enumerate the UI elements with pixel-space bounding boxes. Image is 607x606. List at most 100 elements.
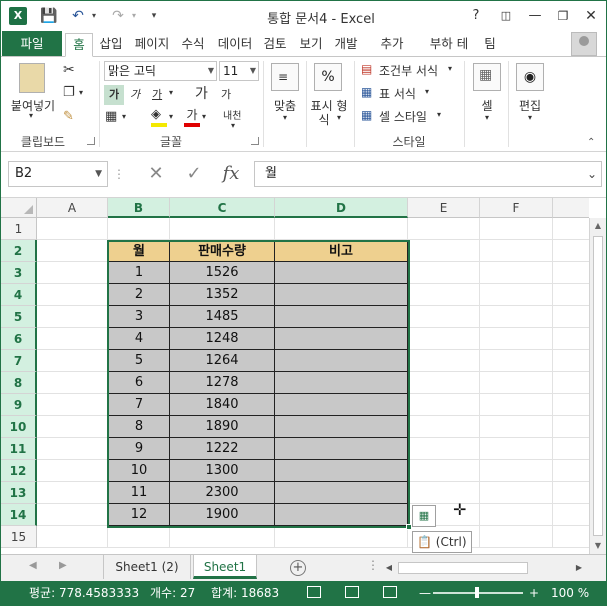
table-cell[interactable]: 12 [108, 504, 170, 526]
row-header[interactable]: 8 [1, 372, 37, 394]
column-header-b[interactable]: B [108, 198, 170, 218]
table-cell[interactable] [275, 284, 408, 306]
normal-view-icon[interactable] [307, 586, 321, 598]
table-cell[interactable]: 11 [108, 482, 170, 504]
column-header-d[interactable]: D [275, 198, 408, 218]
minimize-button[interactable]: — [523, 5, 547, 27]
borders-icon[interactable]: ▦ [105, 109, 117, 124]
underline-button[interactable]: 가 [152, 85, 168, 105]
horizontal-scroll-thumb[interactable] [398, 562, 528, 574]
clipboard-dialog-launcher-icon[interactable] [87, 137, 95, 145]
tab-load-test[interactable]: 부하 테 [426, 33, 472, 57]
paste-icon[interactable] [19, 63, 45, 93]
select-all-button[interactable] [1, 198, 37, 218]
number-dropdown-icon[interactable]: ▾ [333, 113, 345, 122]
editing-button[interactable]: 편집 [511, 97, 549, 114]
conditional-dropdown-icon[interactable]: ▾ [448, 64, 452, 73]
conditional-formatting-button[interactable]: 조건부 서식 [379, 62, 438, 79]
shrink-font-button[interactable]: 가 [221, 86, 231, 102]
redo-icon[interactable]: ↷ [107, 6, 129, 26]
table-cell[interactable] [275, 394, 408, 416]
row-header[interactable]: 10 [1, 416, 37, 438]
table-cell[interactable]: 2 [108, 284, 170, 306]
table-cell[interactable]: 3 [108, 306, 170, 328]
table-cell[interactable]: 7 [108, 394, 170, 416]
page-break-preview-icon[interactable] [383, 586, 397, 598]
sheet-next-icon[interactable]: ▶ [59, 560, 67, 571]
table-cell[interactable] [275, 438, 408, 460]
sheet-prev-icon[interactable]: ◀ [29, 560, 37, 571]
font-name-select[interactable]: 맑은 고딕 ▼ [104, 61, 217, 81]
table-header-cell[interactable]: 판매수량 [170, 240, 275, 262]
table-cell[interactable]: 8 [108, 416, 170, 438]
restore-button[interactable]: ❐ [551, 5, 575, 27]
row-header[interactable]: 4 [1, 284, 37, 306]
enter-icon[interactable]: ✓ [179, 161, 209, 187]
zoom-in-icon[interactable]: + [529, 581, 539, 605]
table-cell[interactable]: 2300 [170, 482, 275, 504]
fill-color-dropdown-icon[interactable]: ▾ [169, 112, 173, 121]
row-header[interactable]: 7 [1, 350, 37, 372]
table-cell[interactable] [275, 328, 408, 350]
tab-developer[interactable]: 개발 [330, 33, 362, 57]
tab-file[interactable]: 파일 [2, 31, 62, 57]
tab-page-layout[interactable]: 페이지 [131, 33, 173, 57]
close-button[interactable]: ✕ [579, 5, 603, 27]
sheet-tab-sheet1-2[interactable]: Sheet1 (2) [103, 555, 191, 579]
font-size-select[interactable]: 11 ▼ [219, 61, 259, 81]
vertical-scrollbar[interactable]: ▲ ▼ [589, 218, 606, 554]
column-header-f[interactable]: F [480, 198, 553, 218]
table-cell[interactable]: 1840 [170, 394, 275, 416]
phonetic-dropdown-icon[interactable]: ▾ [231, 121, 235, 130]
table-cell[interactable] [275, 262, 408, 284]
editing-dropdown-icon[interactable]: ▾ [522, 113, 538, 122]
worksheet-grid[interactable]: A B C D E F 1 2 3 4 5 6 7 8 9 10 11 12 13 14 15 월 판매수량 비… [1, 198, 606, 554]
table-dropdown-icon[interactable]: ▾ [425, 87, 429, 96]
font-color-button[interactable]: 가 [184, 106, 200, 127]
help-button[interactable]: ? [464, 5, 488, 27]
table-cell[interactable]: 1352 [170, 284, 275, 306]
formula-input[interactable]: 월 ⌄ [254, 161, 602, 187]
bold-button[interactable]: 가 [104, 85, 124, 105]
horizontal-scrollbar[interactable]: ◀ ▶ [382, 560, 586, 577]
font-dialog-launcher-icon[interactable] [251, 137, 259, 145]
ribbon-display-options-icon[interactable]: ◫ [494, 5, 518, 27]
cells-dropdown-icon[interactable]: ▾ [479, 113, 495, 122]
page-layout-view-icon[interactable] [345, 586, 359, 598]
table-cell[interactable]: 1900 [170, 504, 275, 526]
collapse-ribbon-icon[interactable]: ⌃ [587, 137, 595, 148]
cell-styles-dropdown-icon[interactable]: ▾ [437, 110, 441, 119]
save-icon[interactable]: 💾 [39, 6, 59, 26]
copy-icon[interactable]: ❐ [63, 85, 75, 100]
format-as-table-icon[interactable]: ▦ [361, 85, 372, 99]
tab-insert[interactable]: 삽입 [95, 33, 127, 57]
table-cell[interactable]: 1264 [170, 350, 275, 372]
percent-icon[interactable]: % [314, 63, 342, 91]
italic-button[interactable]: 가 [130, 85, 146, 105]
table-cell[interactable]: 6 [108, 372, 170, 394]
borders-dropdown-icon[interactable]: ▾ [122, 112, 126, 121]
cell-styles-button[interactable]: 셀 스타일 [379, 108, 427, 125]
row-header[interactable]: 13 [1, 482, 37, 504]
row-header[interactable]: 3 [1, 262, 37, 284]
table-cell[interactable]: 9 [108, 438, 170, 460]
scroll-right-icon[interactable]: ▶ [572, 560, 586, 576]
tab-split-grip-icon[interactable]: ⋮ [367, 558, 379, 572]
table-cell[interactable] [275, 350, 408, 372]
font-color-dropdown-icon[interactable]: ▾ [202, 112, 206, 121]
row-header[interactable]: 14 [1, 504, 37, 526]
table-header-cell[interactable]: 비고 [275, 240, 408, 262]
table-cell[interactable]: 1 [108, 262, 170, 284]
table-cell[interactable]: 5 [108, 350, 170, 372]
table-cell[interactable]: 1248 [170, 328, 275, 350]
table-cell[interactable]: 1222 [170, 438, 275, 460]
tab-view[interactable]: 보기 [295, 33, 327, 57]
sheet-tab-sheet1[interactable]: Sheet1 [193, 555, 257, 579]
find-binoculars-icon[interactable]: ◉ [516, 63, 544, 91]
row-header[interactable]: 15 [1, 526, 37, 548]
tab-formulas[interactable]: 수식 [177, 33, 209, 57]
column-header-c[interactable]: C [170, 198, 275, 218]
row-header[interactable]: 2 [1, 240, 37, 262]
cell-styles-icon[interactable]: ▦ [361, 108, 372, 122]
zoom-out-icon[interactable]: — [419, 581, 431, 605]
